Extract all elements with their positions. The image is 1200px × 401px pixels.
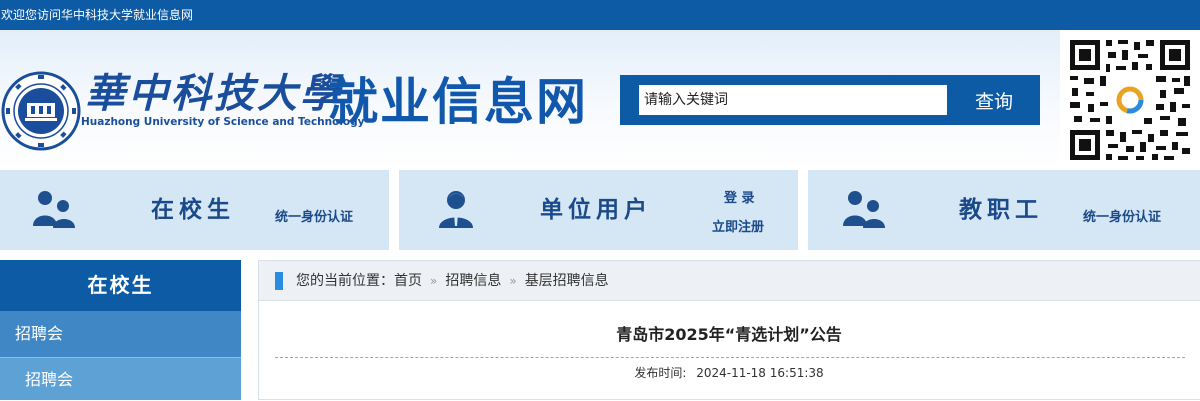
header: 華中科技大學 Huazhong University of Science an… — [0, 30, 1200, 170]
staff-sso-link[interactable]: 统一身份认证 — [1083, 206, 1161, 225]
breadcrumb-grassroots[interactable]: 基层招聘信息 — [525, 273, 609, 289]
sidebar: 在校生 招聘会 招聘会 — [0, 260, 241, 400]
employer-register-link[interactable]: 立即注册 — [712, 216, 764, 235]
breadcrumb-home[interactable]: 首页 — [394, 273, 422, 289]
article-meta: 发布时间: 2024-11-18 16:51:38 — [259, 363, 1199, 383]
breadcrumb-separator: » — [430, 274, 438, 288]
nav-card-staff[interactable]: 教职工 统一身份认证 — [808, 170, 1200, 250]
article-divider — [275, 357, 1185, 358]
welcome-text: 欢迎您访问华中科技大学就业信息网 — [1, 8, 194, 22]
university-seal-icon — [1, 71, 81, 151]
article-title: 青岛市2025年“青选计划”公告 — [616, 325, 842, 344]
search-box: 查询 — [620, 75, 1040, 125]
university-name-cn: 華中科技大學 — [85, 70, 343, 117]
nav-card-employer[interactable]: 单位用户 登 录 立即注册 — [399, 170, 798, 250]
search-input[interactable] — [639, 85, 947, 115]
main-content: 您的当前位置：首页 » 招聘信息 » 基层招聘信息 青岛市2025年“青选计划”公告 发… — [258, 260, 1200, 400]
business-user-icon — [439, 191, 473, 228]
site-title: 就业信息网 — [328, 73, 588, 131]
breadcrumb-separator: » — [509, 274, 517, 288]
portal-nav: 在校生 统一身份认证 单位用户 登 录 立即注册 教职工 统一身份认证 — [0, 170, 1200, 250]
qr-code-icon — [1060, 30, 1200, 170]
sidebar-item-job-fair[interactable]: 招聘会 — [0, 311, 241, 357]
nav-employer-label: 单位用户 — [540, 197, 652, 223]
nav-staff-label: 教职工 — [959, 197, 1043, 223]
employer-login-link[interactable]: 登 录 — [724, 187, 755, 206]
sidebar-title: 在校生 — [0, 260, 241, 311]
breadcrumb-marker — [275, 272, 283, 290]
breadcrumb-recruitment[interactable]: 招聘信息 — [445, 273, 501, 289]
users-icon — [33, 191, 75, 228]
top-bar: 欢迎您访问华中科技大学就业信息网 — [0, 0, 1200, 30]
student-sso-link[interactable]: 统一身份认证 — [275, 206, 353, 225]
breadcrumb: 您的当前位置：首页 » 招聘信息 » 基层招聘信息 — [259, 261, 1200, 301]
published-time: 2024-11-18 16:51:38 — [696, 366, 824, 380]
search-button[interactable]: 查询 — [948, 85, 1040, 115]
nav-card-student[interactable]: 在校生 统一身份认证 — [0, 170, 389, 250]
sidebar-subitem-job-fair[interactable]: 招聘会 — [0, 357, 241, 400]
users-icon — [843, 191, 885, 228]
breadcrumb-trail: 您的当前位置：首页 » 招聘信息 » 基层招聘信息 — [296, 261, 609, 301]
university-name-en: Huazhong University of Science and Techn… — [81, 116, 365, 128]
breadcrumb-prefix: 您的当前位置： — [296, 273, 394, 289]
nav-student-label: 在校生 — [151, 197, 235, 223]
published-label: 发布时间: — [634, 366, 687, 380]
